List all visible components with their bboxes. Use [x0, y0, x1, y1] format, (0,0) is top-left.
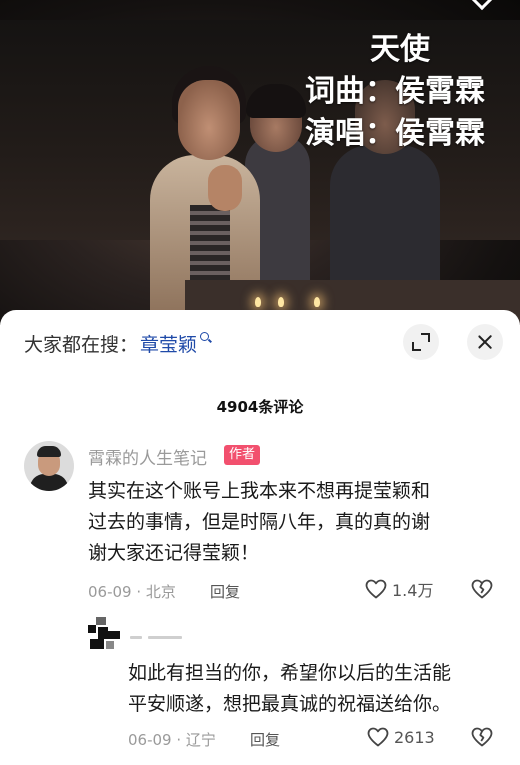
- heart-icon: [365, 579, 387, 599]
- comment-count: 4904条评论: [216, 398, 304, 416]
- candle-flame: [278, 297, 284, 307]
- collapse-button[interactable]: [403, 324, 439, 360]
- video-person-left-head: [178, 80, 240, 160]
- reply-author-name[interactable]: [130, 636, 182, 639]
- avatar-shirt: [30, 474, 68, 491]
- close-icon: [476, 333, 494, 351]
- video-song-title: 天使: [370, 32, 430, 67]
- comment-meta: 06-09 · 北京: [88, 583, 176, 601]
- comment-text[interactable]: 其实在这个账号上我本来不想再提莹颖和 过去的事情，但是时隔八年，真的真的谢 谢大…: [88, 476, 498, 569]
- comment-text-line: 谢大家还记得莹颖！: [88, 542, 260, 564]
- comment-text-line: 过去的事情，但是时隔八年，真的真的谢: [88, 511, 431, 533]
- video-credit-lyrics: 词曲：侯霄霖: [305, 74, 485, 109]
- close-button[interactable]: [467, 324, 503, 360]
- video-person-right: [330, 145, 440, 295]
- trending-search-term[interactable]: 章莹颖: [140, 330, 197, 357]
- like-count: 1.4万: [392, 581, 434, 600]
- broken-heart-icon[interactable]: [470, 577, 494, 601]
- trending-search-label: 大家都在搜：: [24, 333, 139, 356]
- video-credit-singer: 演唱：侯霄霖: [305, 116, 485, 151]
- like-button[interactable]: 1.4万: [364, 577, 433, 601]
- comment-meta: 06-09 · 辽宁: [128, 731, 216, 749]
- avatar-pixel: [98, 627, 108, 639]
- comment-text-line: 其实在这个账号上我本来不想再提莹颖和: [88, 480, 431, 502]
- avatar-pixel: [96, 617, 106, 625]
- trending-search[interactable]: 大家都在搜： 章莹颖: [24, 330, 212, 356]
- candle-flame: [314, 297, 320, 307]
- video-player[interactable]: 天使 词曲：侯霄霖 演唱：侯霄霖: [0, 0, 520, 325]
- collapse-icon: [412, 333, 430, 351]
- broken-heart-icon[interactable]: [470, 725, 494, 749]
- avatar-pixel: [106, 641, 114, 649]
- comment-text[interactable]: 如此有担当的你，希望你以后的生活能 平安顺遂，想把最真诚的祝福送给你。: [128, 658, 508, 720]
- redacted-name: [130, 636, 142, 639]
- reply-button[interactable]: 回复: [210, 581, 240, 602]
- comment-sheet: 大家都在搜： 章莹颖 4904条评论 霄霖的人生笔记 作者 其实在这个账号上我本…: [0, 310, 520, 765]
- avatar[interactable]: [24, 441, 74, 491]
- reply-button[interactable]: 回复: [250, 729, 280, 750]
- redacted-name: [148, 636, 182, 639]
- like-button[interactable]: 2613: [366, 725, 435, 749]
- candle-flame: [255, 297, 261, 307]
- avatar-pixel: [88, 625, 96, 633]
- avatar-pixel: [90, 639, 104, 649]
- comment-text-line: 如此有担当的你，希望你以后的生活能: [128, 662, 452, 684]
- heart-icon: [367, 727, 389, 747]
- search-icon: [200, 332, 212, 344]
- chevron-down-icon[interactable]: [467, 0, 497, 11]
- like-count: 2613: [394, 727, 435, 747]
- avatar-hair: [37, 446, 61, 457]
- video-person-left-hands: [208, 165, 242, 211]
- avatar-pixel: [108, 631, 120, 639]
- comment-author-name[interactable]: 霄霖的人生笔记: [88, 444, 207, 469]
- avatar[interactable]: [88, 617, 122, 651]
- author-badge: 作者: [224, 445, 261, 465]
- comment-text-line: 平安顺遂，想把最真诚的祝福送给你。: [128, 693, 452, 715]
